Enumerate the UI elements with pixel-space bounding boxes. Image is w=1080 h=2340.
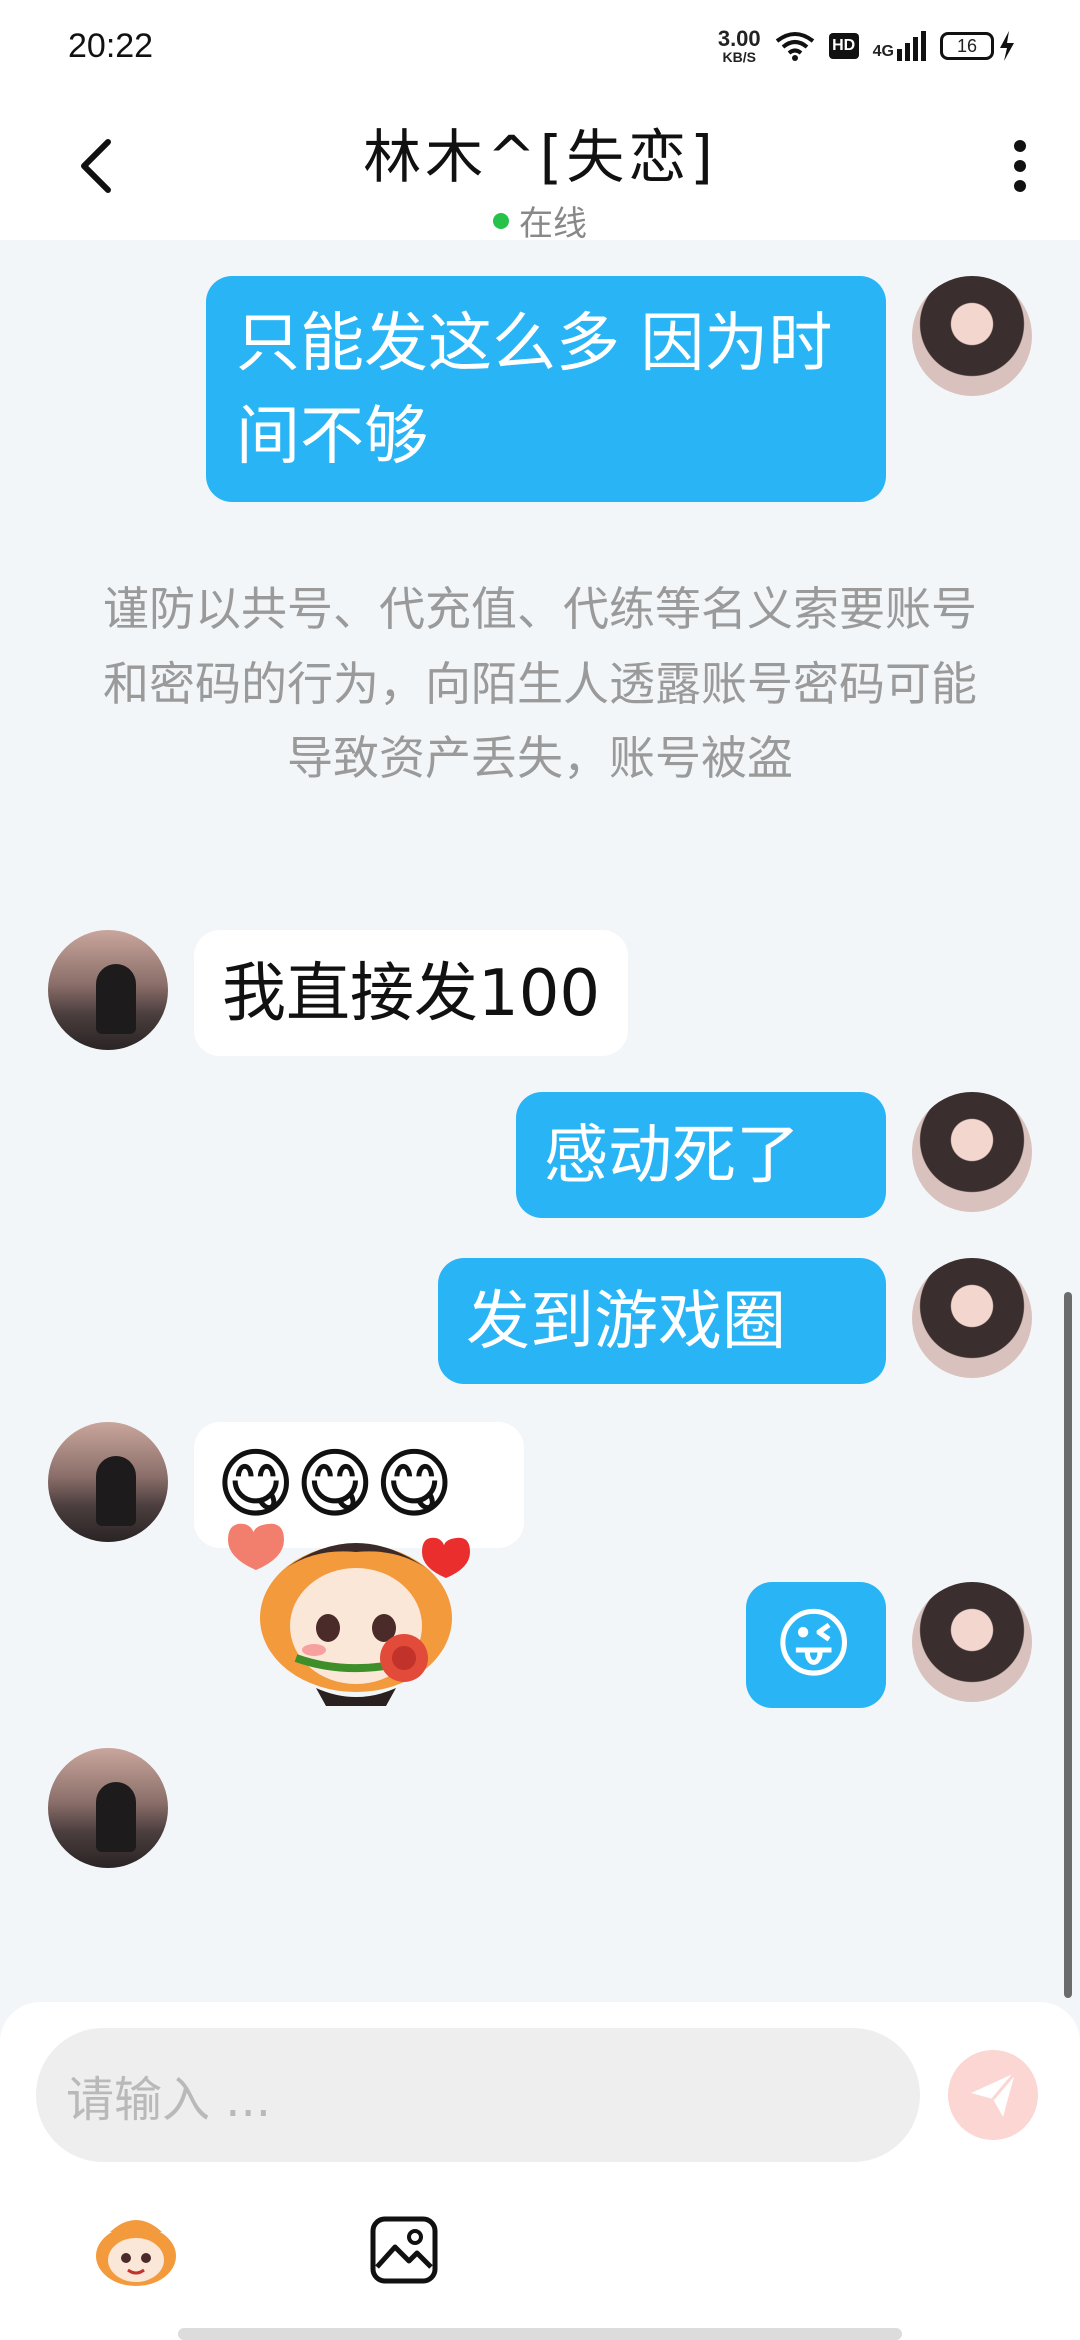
message-bubble-received[interactable]: 我直接发100 [194, 930, 629, 1056]
message-text: 感动死了 [544, 1119, 800, 1193]
image-icon [370, 2216, 438, 2284]
avatar-self[interactable] [912, 1582, 1032, 1702]
message-emoji: 😜 [774, 1599, 854, 1688]
message-text: 发到游戏圈 [466, 1285, 786, 1359]
message-bubble-sent[interactable]: 😜 [746, 1582, 886, 1708]
avatar-contact[interactable] [48, 1422, 168, 1542]
scrollbar[interactable] [1064, 1292, 1072, 1998]
avatar-self[interactable] [912, 1092, 1032, 1212]
more-options-button[interactable] [1000, 134, 1040, 198]
hd-badge: HD [828, 33, 859, 59]
network-speed: 3.00 KB/S [717, 26, 761, 65]
sticker-rose-character[interactable] [216, 1508, 496, 1708]
avatar-contact[interactable] [48, 930, 168, 1050]
signal-icon: 4G [873, 31, 926, 61]
composer: 请输入 ... [0, 2002, 1080, 2340]
avatar-contact[interactable] [48, 1748, 168, 1868]
chat-header: 林木^[失恋] 在线 [0, 92, 1080, 244]
navigation-handle[interactable] [178, 2328, 902, 2340]
online-status-label: 在线 [519, 204, 587, 244]
image-button[interactable] [354, 2200, 454, 2300]
network-speed-value: 3.00 [717, 26, 761, 51]
avatar-self[interactable] [912, 1258, 1032, 1378]
safety-notice: 谨防以共号、代充值、代练等名义索要账号和密码的行为，向陌生人透露账号密码可能导致… [103, 582, 977, 786]
online-status: 在线 [0, 196, 1080, 245]
message-input[interactable]: 请输入 ... [36, 2028, 920, 2162]
network-speed-unit: KB/S [722, 49, 756, 65]
message-bubble-sent[interactable]: 发到游戏圈 [438, 1258, 886, 1384]
contact-name: 林木^[失恋] [363, 123, 717, 191]
battery-icon: 16 [940, 31, 1016, 61]
avatar-self[interactable] [912, 276, 1032, 396]
sticker-button[interactable] [86, 2200, 186, 2300]
send-icon [971, 2072, 1017, 2117]
wifi-icon [775, 32, 814, 61]
status-icons: 3.00 KB/S HD 4G 16 [718, 28, 1016, 64]
battery-level: 16 [940, 32, 994, 60]
status-bar: 20:22 3.00 KB/S HD 4G 16 [0, 0, 1080, 92]
sticker-character-icon [96, 2220, 176, 2286]
message-text: 我直接发100 [222, 957, 601, 1031]
message-text: 只能发这么多 因为时间不够 [236, 307, 833, 474]
message-list[interactable]: 只能发这么多 因为时间不够 谨防以共号、代充值、代练等名义索要账号和密码的行为，… [0, 240, 1080, 2000]
status-time: 20:22 [68, 26, 154, 65]
network-type: 4G [872, 43, 894, 60]
charging-icon [1000, 31, 1014, 61]
send-button[interactable] [948, 2050, 1038, 2140]
message-bubble-sent[interactable]: 感动死了 [516, 1092, 886, 1218]
message-bubble-sent[interactable]: 只能发这么多 因为时间不够 [206, 276, 886, 502]
more-vertical-icon [1014, 140, 1026, 192]
online-dot [493, 212, 509, 229]
